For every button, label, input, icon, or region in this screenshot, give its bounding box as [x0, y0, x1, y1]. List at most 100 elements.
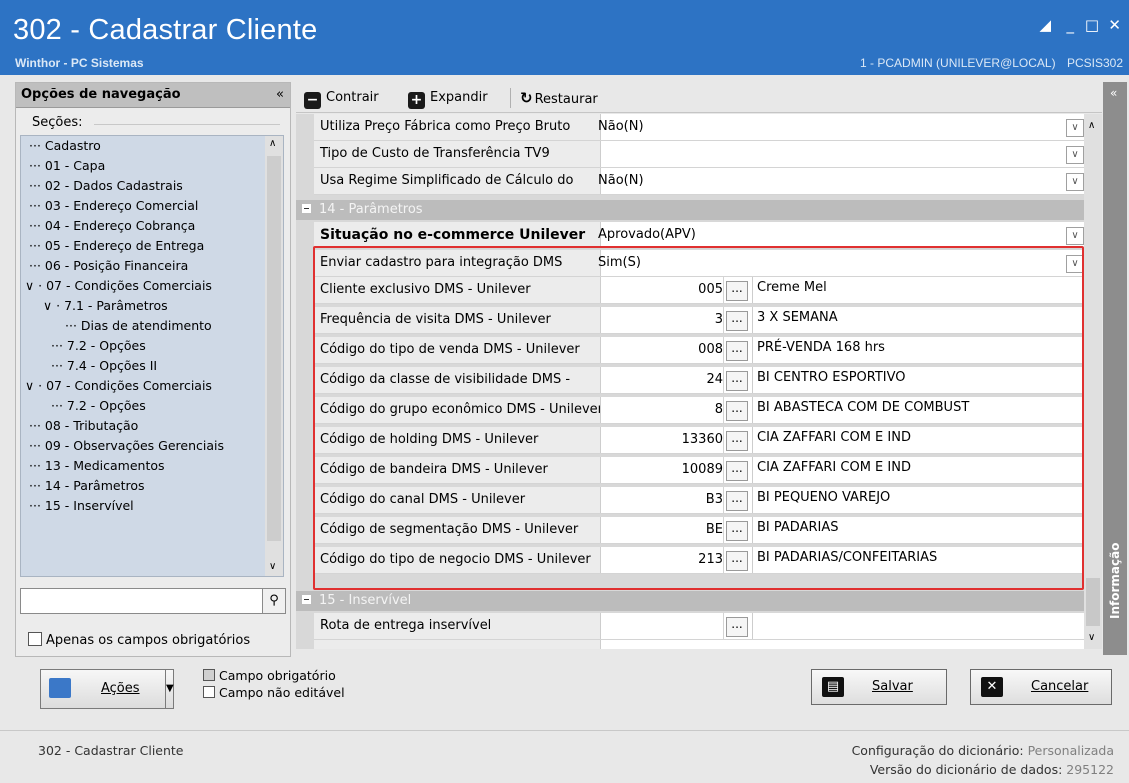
grid-row-dms[interactable]: Código de bandeira DMS - Unilever 10089 … [314, 457, 1086, 484]
expand-button[interactable]: + Expandir [408, 88, 488, 109]
tree-item-parametros-71[interactable]: ∨ · 7.1 - Parâmetros [43, 296, 168, 316]
grid-row-dms[interactable]: Código do tipo de venda DMS - Unilever 0… [314, 337, 1086, 364]
chevron-down-icon[interactable]: ∨ [1066, 173, 1084, 191]
code-input[interactable]: 24 [596, 367, 724, 393]
group-header-parametros[interactable]: 14 - Parâmetros [296, 200, 1086, 220]
collapse-group-icon[interactable] [302, 204, 311, 213]
checkbox-box[interactable] [28, 632, 42, 646]
scroll-up-icon[interactable]: ∧ [1088, 120, 1095, 131]
chevron-down-icon[interactable]: ∨ [25, 278, 34, 293]
grid-row-dms[interactable]: Código do grupo econômico DMS - Unilever… [314, 397, 1086, 424]
tree-item-endereco-entrega[interactable]: ··· 05 - Endereço de Entrega [29, 236, 204, 256]
chevron-down-icon[interactable]: ∨ [1066, 146, 1084, 164]
tree-item-cadastro[interactable]: ··· Cadastro [29, 136, 101, 156]
grid-row-dms[interactable]: Código de holding DMS - Unilever 13360 .… [314, 427, 1086, 454]
tree-item-tributacao[interactable]: ··· 08 - Tributação [29, 416, 138, 436]
field-value[interactable]: Não(N) [596, 114, 644, 140]
collapse-button[interactable]: − Contrair [304, 88, 379, 109]
tree-scrollbar[interactable]: ∧ ∨ [265, 135, 284, 577]
close-icon[interactable]: ✕ [1108, 18, 1121, 33]
tree-item-opcoes-74[interactable]: ··· 7.4 - Opções II [51, 356, 157, 376]
code-input[interactable]: 008 [596, 337, 724, 363]
lookup-button[interactable]: ... [726, 461, 748, 481]
grid-row[interactable]: Tipo de Custo de Transferência TV9 ∨ [314, 141, 1086, 168]
tree-item-posicao-financeira[interactable]: ··· 06 - Posição Financeira [29, 256, 188, 276]
group-header-inservivel[interactable]: 15 - Inservível [296, 591, 1086, 611]
lookup-button[interactable]: ... [726, 341, 748, 361]
code-input[interactable]: BE [596, 517, 724, 543]
scroll-down-icon[interactable]: ∨ [1088, 632, 1095, 643]
lookup-button[interactable]: ... [726, 491, 748, 511]
lookup-button[interactable]: ... [726, 431, 748, 451]
field-value[interactable] [596, 141, 598, 167]
code-input[interactable]: 13360 [596, 427, 724, 453]
info-side-panel[interactable]: « Informação [1103, 82, 1127, 655]
code-input[interactable]: 8 [596, 397, 724, 423]
required-only-checkbox[interactable]: Apenas os campos obrigatórios [28, 632, 250, 648]
field-value[interactable]: Não(N) [596, 168, 644, 194]
chevron-down-icon[interactable]: ∨ [25, 378, 34, 393]
grid-row[interactable]: Usa Regime Simplificado de Cálculo do Nã… [314, 168, 1086, 195]
code-input[interactable]: B3 [596, 487, 724, 513]
dropdown-arrow-icon[interactable]: ▼ [165, 670, 174, 708]
code-input[interactable]: 005 [596, 277, 724, 303]
collapse-group-icon[interactable] [302, 595, 311, 604]
scroll-down-icon[interactable]: ∨ [269, 561, 276, 572]
tree-item-condicoes-comerciais-2[interactable]: ∨ · 07 - Condições Comerciais [25, 376, 212, 396]
grid-row-dms[interactable]: Código da classe de visibilidade DMS - 2… [314, 367, 1086, 394]
lookup-button[interactable]: ... [726, 311, 748, 331]
cancel-button[interactable]: ✕ Cancelar [970, 669, 1112, 705]
actions-button[interactable]: Ações ▼ [40, 669, 174, 709]
grid-row-dms[interactable]: Código do canal DMS - Unilever B3 ... BI… [314, 487, 1086, 514]
scroll-thumb[interactable] [267, 156, 281, 541]
expand-panel-icon[interactable]: « [1110, 86, 1117, 100]
restore-button[interactable]: ↻ Restaurar [520, 88, 598, 108]
tree-item-opcoes-72-b[interactable]: ··· 7.2 - Opções [51, 396, 146, 416]
lookup-button[interactable]: ... [726, 281, 748, 301]
collapse-nav-icon[interactable]: « [276, 83, 284, 107]
lookup-button[interactable]: ... [726, 617, 748, 637]
search-icon[interactable]: ⚲ [262, 588, 286, 614]
minimize-icon[interactable]: _ [1067, 18, 1075, 33]
grid-row-dms[interactable]: Código de segmentação DMS - Unilever BE … [314, 517, 1086, 544]
tree-item-observacoes[interactable]: ··· 09 - Observações Gerenciais [29, 436, 224, 456]
grid-scrollbar[interactable]: ∧ ∨ [1084, 114, 1102, 649]
grid-row[interactable]: Utiliza Preço Fábrica como Preço Bruto N… [314, 114, 1086, 141]
tree-item-dias-atendimento[interactable]: ··· Dias de atendimento [65, 316, 212, 336]
restore-icon[interactable]: ◢ [1039, 18, 1051, 33]
tree-item-endereco-cobranca[interactable]: ··· 04 - Endereço Cobrança [29, 216, 195, 236]
tree-item-opcoes-72[interactable]: ··· 7.2 - Opções [51, 336, 146, 356]
code-input[interactable] [596, 613, 724, 639]
lookup-button[interactable]: ... [726, 521, 748, 541]
field-value[interactable]: Aprovado(APV) [596, 222, 696, 248]
code-input[interactable]: 10089 [596, 457, 724, 483]
grid-row-route[interactable]: Rota de entrega inservível ... [314, 613, 1086, 640]
info-tab-label[interactable]: Informação [1108, 543, 1122, 619]
chevron-down-icon[interactable]: ∨ [43, 298, 52, 313]
grid-row-send-dms[interactable]: Enviar cadastro para integração DMS Sim(… [314, 250, 1086, 277]
tree-item-condicoes-comerciais[interactable]: ∨ · 07 - Condições Comerciais [25, 276, 212, 296]
lookup-button[interactable]: ... [726, 551, 748, 571]
sections-tree[interactable]: ··· Cadastro ··· 01 - Capa ··· 02 - Dado… [20, 135, 267, 577]
chevron-down-icon[interactable]: ∨ [1066, 255, 1084, 273]
chevron-down-icon[interactable]: ∨ [1066, 119, 1084, 137]
code-input[interactable]: 213 [596, 547, 724, 573]
maximize-icon[interactable]: □ [1085, 18, 1099, 33]
lookup-button[interactable]: ... [726, 401, 748, 421]
section-search-input[interactable] [20, 588, 263, 614]
grid-row-ecommerce[interactable]: Situação no e-commerce Unilever Aprovado… [314, 222, 1086, 249]
grid-row-dms[interactable]: Cliente exclusivo DMS - Unilever 005 ...… [314, 277, 1086, 304]
chevron-down-icon[interactable]: ∨ [1066, 227, 1084, 245]
tree-item-dados-cadastrais[interactable]: ··· 02 - Dados Cadastrais [29, 176, 183, 196]
tree-item-capa[interactable]: ··· 01 - Capa [29, 156, 105, 176]
save-button[interactable]: ▤ Salvar [811, 669, 947, 705]
grid-row-dms[interactable]: Frequência de visita DMS - Unilever 3 ..… [314, 307, 1086, 334]
lookup-button[interactable]: ... [726, 371, 748, 391]
scroll-thumb[interactable] [1086, 578, 1100, 626]
grid-row-dms[interactable]: Código do tipo de negocio DMS - Unilever… [314, 547, 1086, 574]
tree-item-parametros-14[interactable]: ··· 14 - Parâmetros [29, 476, 145, 496]
tree-item-inservivel[interactable]: ··· 15 - Inservível [29, 496, 134, 516]
field-value[interactable]: Sim(S) [596, 250, 641, 276]
tree-item-medicamentos[interactable]: ··· 13 - Medicamentos [29, 456, 165, 476]
tree-item-endereco-comercial[interactable]: ··· 03 - Endereço Comercial [29, 196, 198, 216]
